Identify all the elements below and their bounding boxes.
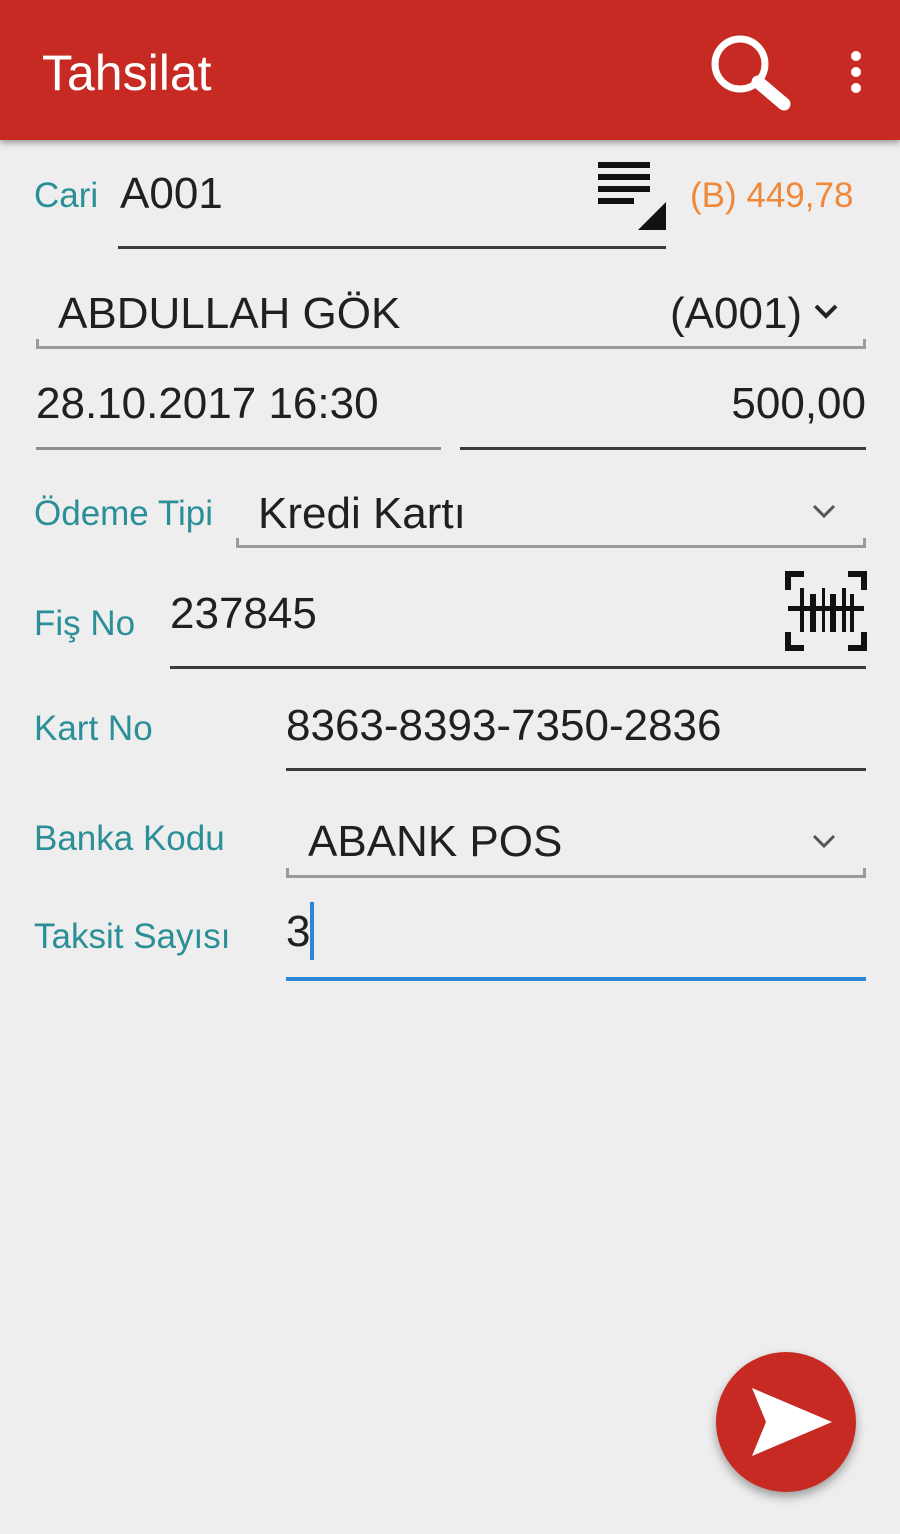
chevron-down-icon[interactable] xyxy=(810,832,838,850)
odeme-tipi-select[interactable]: Kredi Kartı xyxy=(258,488,466,540)
taksit-sayisi-label: Taksit Sayısı xyxy=(34,917,231,956)
app-bar: Tahsilat xyxy=(0,0,900,140)
customer-code[interactable]: (A001) xyxy=(670,288,802,340)
amount-underline xyxy=(460,447,866,450)
send-button[interactable] xyxy=(716,1352,856,1492)
balance-text: (B) 449,78 xyxy=(690,176,854,215)
page-title: Tahsilat xyxy=(42,45,212,101)
banka-kodu-select[interactable]: ABANK POS xyxy=(308,816,562,868)
kart-no-input[interactable]: 8363-8393-7350-2836 xyxy=(286,700,722,752)
amount-field[interactable]: 500,00 xyxy=(460,378,866,430)
chevron-down-icon[interactable] xyxy=(812,302,840,320)
cari-input[interactable]: A001 xyxy=(120,168,223,220)
text-cursor xyxy=(310,902,314,960)
banka-kodu-underline xyxy=(286,868,866,878)
odeme-tipi-underline xyxy=(236,538,866,548)
date-time-field[interactable]: 28.10.2017 16:30 xyxy=(36,378,379,430)
fis-no-underline xyxy=(170,666,866,669)
customer-name[interactable]: ABDULLAH GÖK xyxy=(58,288,400,340)
barcode-scan-icon[interactable] xyxy=(784,570,868,652)
cari-underline xyxy=(118,246,666,249)
fis-no-input[interactable]: 237845 xyxy=(170,588,317,640)
banka-kodu-label: Banka Kodu xyxy=(34,819,225,858)
more-vert-icon[interactable] xyxy=(836,48,876,96)
taksit-sayisi-underline xyxy=(286,977,866,981)
list-select-icon[interactable] xyxy=(596,160,668,232)
kart-no-underline xyxy=(286,768,866,771)
fis-no-label: Fiş No xyxy=(34,604,136,643)
search-icon[interactable] xyxy=(706,30,796,114)
odeme-tipi-label: Ödeme Tipi xyxy=(34,494,213,533)
date-underline xyxy=(36,447,441,450)
chevron-down-icon[interactable] xyxy=(810,502,838,520)
send-icon xyxy=(752,1388,832,1456)
customer-spinner-underline xyxy=(36,339,866,349)
kart-no-label: Kart No xyxy=(34,709,153,748)
taksit-sayisi-input[interactable]: 3 xyxy=(286,906,310,958)
cari-label: Cari xyxy=(34,176,99,215)
